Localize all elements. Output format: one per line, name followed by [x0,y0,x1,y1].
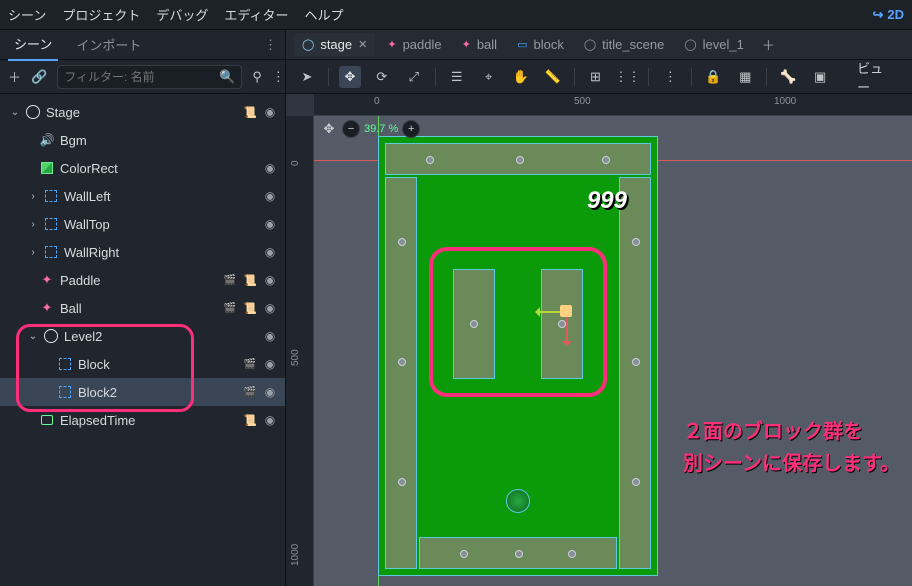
visibility-icon[interactable] [263,217,277,231]
filetab-stage[interactable]: ◯ stage ✕ [294,33,375,56]
instance-icon[interactable] [243,385,257,399]
wall-top [385,143,651,175]
character-icon [38,300,56,316]
ruler-vertical: 0 500 1000 [286,116,314,586]
filetab-level1[interactable]: ◯level_1 [676,33,752,56]
lock-icon[interactable]: 🔒 [702,66,724,88]
tab-import[interactable]: インポート [70,29,147,60]
scale-tool-icon[interactable]: ⤢ [403,66,425,88]
viewport-toolbar: ➤ ✥ ⟳ ⤢ ☰ ⌖ ✋ 📏 ⊞ ⋮⋮ ⋮ 🔒 ▦ 🦴 ▣ ビュー [286,60,912,94]
grid-snap-icon[interactable]: ⋮⋮ [616,66,638,88]
tree-node-wallright[interactable]: › WallRight [0,238,285,266]
toolbar-more-icon[interactable]: ⋮ [272,69,285,85]
bone-icon[interactable]: 🦴 [777,66,799,88]
scene-panel: シーン インポート ⋮ ＋ 🔗 🔍 ⚲ ⋮ ⌄ Stage 📜 [0,30,286,586]
toolbar-extra-icon[interactable]: ⚲ [252,69,262,85]
ruler-horizontal: 0 500 1000 [314,94,912,116]
move-gizmo[interactable] [566,291,606,331]
stage-rect: 999 [378,136,658,576]
wall-right [619,177,651,569]
character-icon [38,272,56,288]
wall-left [385,177,417,569]
annotation-text: ２面のブロック群を 別シーンに保存します。 [683,416,900,480]
menu-scene[interactable]: シーン [8,5,46,24]
visibility-icon[interactable] [263,161,277,175]
tree-node-ball[interactable]: Ball 📜 [0,294,285,322]
pan-tool-icon[interactable]: ✋ [510,66,532,88]
filetab-block[interactable]: ▭block [509,33,572,56]
audio-icon [38,133,56,147]
menubar: シーン プロジェクト デバッグ エディター ヘルプ ↪ 2D [0,0,912,30]
select-tool-icon[interactable]: ➤ [296,66,318,88]
move-tool-icon[interactable]: ✥ [339,66,361,88]
visibility-icon[interactable] [263,301,277,315]
canvas[interactable]: 0 500 1000 0 500 1000 ✥ − 39.7 % + [286,94,912,586]
tree-node-bgm[interactable]: Bgm [0,126,285,154]
filter-input[interactable] [64,70,219,84]
score-label: 999 [587,187,627,215]
extra-tool-icon[interactable]: ⋮ [659,66,681,88]
zoom-controls: ✥ − 39.7 % + [320,120,420,138]
tree-node-block2[interactable]: Block2 [0,378,285,406]
mode-2d-button[interactable]: ↪ 2D [872,7,904,23]
link-icon[interactable]: 🔗 [31,69,47,85]
view-dropdown[interactable]: ビュー [851,56,902,98]
menu-help[interactable]: ヘルプ [304,5,343,24]
zoom-out-button[interactable]: − [342,120,360,138]
tree-node-walltop[interactable]: › WallTop [0,210,285,238]
filetab-paddle[interactable]: ✦paddle [379,33,449,56]
menu-debug[interactable]: デバッグ [156,5,208,24]
scene-tree: ⌄ Stage 📜 Bgm ColorRect › WallLeft [0,94,285,586]
visibility-icon[interactable] [263,273,277,287]
tree-node-colorrect[interactable]: ColorRect [0,154,285,182]
filter-input-wrap: 🔍 [57,65,242,89]
visibility-icon[interactable] [263,413,277,427]
script-icon[interactable]: 📜 [243,273,257,287]
zoom-in-button[interactable]: + [402,120,420,138]
instance-icon[interactable] [223,273,237,287]
pivot-tool-icon[interactable]: ⌖ [478,66,500,88]
rotate-tool-icon[interactable]: ⟳ [371,66,393,88]
viewport-panel: ◯ stage ✕ ✦paddle ✦ball ▭block ◯title_sc… [286,30,912,586]
anim-icon[interactable]: ▣ [809,66,831,88]
filetab-title-scene[interactable]: ◯title_scene [576,33,672,56]
tree-node-elapsedtime[interactable]: ElapsedTime 📜 [0,406,285,434]
search-icon: 🔍 [219,69,235,85]
panel-more-icon[interactable]: ⋮ [264,37,277,53]
recenter-icon[interactable]: ✥ [320,121,338,137]
visibility-icon[interactable] [263,357,277,371]
tree-node-paddle[interactable]: Paddle 📜 [0,266,285,294]
group-icon[interactable]: ▦ [734,66,756,88]
ruler-tool-icon[interactable]: 📏 [542,66,564,88]
block-1 [453,269,495,379]
visibility-icon[interactable] [263,329,277,343]
zoom-percent[interactable]: 39.7 % [364,123,398,135]
tree-node-level2[interactable]: ⌄ Level2 [0,322,285,350]
visibility-icon[interactable] [263,105,277,119]
snap-icon[interactable]: ⊞ [585,66,607,88]
list-tool-icon[interactable]: ☰ [446,66,468,88]
visibility-icon[interactable] [263,189,277,203]
visibility-icon[interactable] [263,385,277,399]
scene-file-tabs: ◯ stage ✕ ✦paddle ✦ball ▭block ◯title_sc… [286,30,912,60]
menu-project[interactable]: プロジェクト [62,5,140,24]
tree-node-wallleft[interactable]: › WallLeft [0,182,285,210]
menu-editor[interactable]: エディター [224,5,288,24]
tree-node-block[interactable]: Block [0,350,285,378]
tab-scene[interactable]: シーン [8,28,58,61]
filetab-ball[interactable]: ✦ball [454,33,505,56]
instance-icon[interactable] [243,357,257,371]
wall-bottom [419,537,617,569]
add-tab-icon[interactable]: ＋ [756,35,781,54]
visibility-icon[interactable] [263,245,277,259]
instance-icon[interactable] [223,301,237,315]
add-node-icon[interactable]: ＋ [8,67,21,86]
close-icon[interactable]: ✕ [358,38,367,51]
tree-node-stage[interactable]: ⌄ Stage 📜 [0,98,285,126]
script-icon[interactable]: 📜 [243,301,257,315]
script-icon[interactable]: 📜 [243,413,257,427]
script-icon[interactable]: 📜 [243,105,257,119]
ball-sprite [506,489,530,515]
